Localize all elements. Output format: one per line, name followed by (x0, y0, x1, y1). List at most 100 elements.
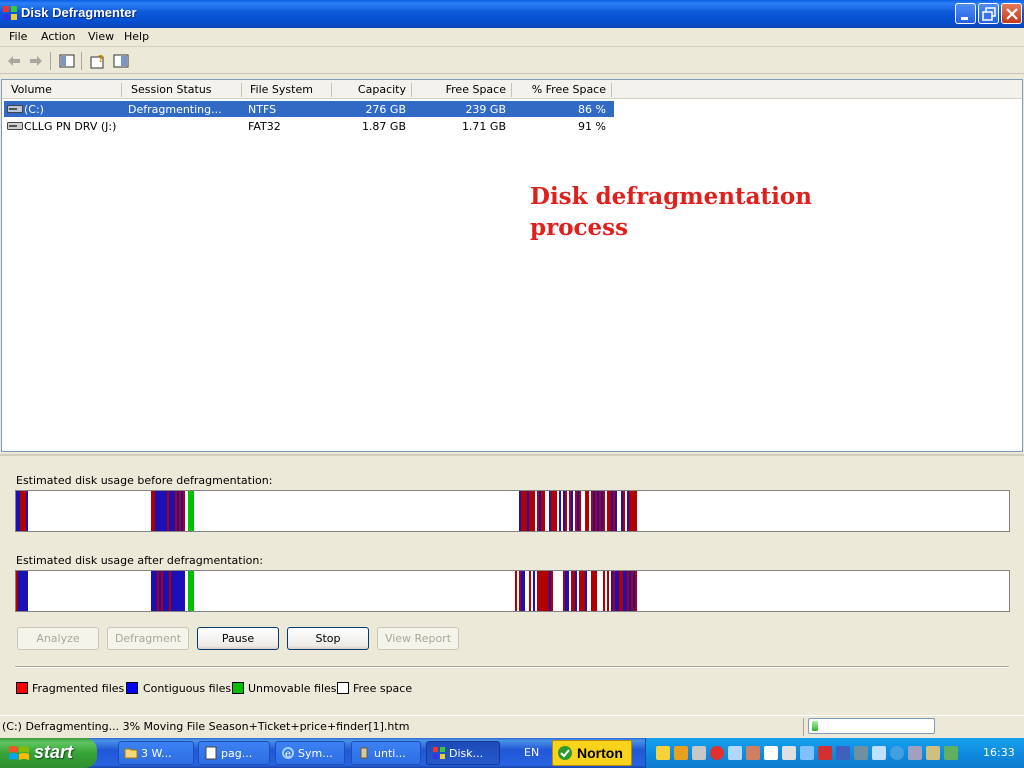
disk-cluster (533, 571, 535, 611)
task-ie[interactable]: e Sym... (275, 741, 345, 765)
show-hide-tree-icon[interactable] (58, 52, 76, 70)
tools-icon[interactable] (746, 746, 760, 760)
display-icon[interactable] (836, 746, 850, 760)
column-capacity[interactable]: Capacity (332, 83, 406, 96)
close-button[interactable] (1001, 3, 1022, 24)
folder-icon (124, 748, 138, 759)
disk-cluster (597, 491, 599, 531)
column-file-system[interactable]: File System (250, 83, 313, 96)
restore-button[interactable] (978, 3, 999, 24)
sync-icon[interactable] (926, 746, 940, 760)
disk-cluster (188, 491, 190, 531)
monitor-icon[interactable] (872, 746, 886, 760)
disk-cluster (575, 571, 577, 611)
task-disk-defragmenter[interactable]: Disk... (426, 741, 500, 765)
disk-cluster (619, 491, 621, 531)
mail-icon[interactable] (656, 746, 670, 760)
hard-drive-icon (7, 105, 23, 113)
volume-list[interactable]: Volume Session Status File System Capaci… (1, 79, 1023, 452)
help-icon[interactable]: ? (89, 52, 107, 70)
back-arrow-icon[interactable] (5, 52, 23, 70)
stop-button[interactable]: Stop (287, 627, 369, 650)
disk-cluster (623, 571, 625, 611)
disk-cluster (161, 571, 163, 611)
volume-row-c[interactable]: (C:) Defragmenting... NTFS 276 GB 239 GB… (4, 101, 614, 117)
disk-cluster (171, 571, 173, 611)
capacity: 1.87 GB (361, 120, 406, 133)
removable-drive-icon (7, 122, 23, 130)
free-space: 239 GB (465, 103, 506, 116)
disk-cluster (563, 571, 565, 611)
capacity: 276 GB (365, 103, 406, 116)
drive-icon[interactable] (782, 746, 796, 760)
disk-cluster (541, 571, 543, 611)
start-button[interactable]: start (0, 738, 97, 768)
properties-icon[interactable] (112, 52, 130, 70)
disk-cluster (631, 491, 633, 531)
grid-icon[interactable] (908, 746, 922, 760)
disk-cluster (615, 491, 617, 531)
stop-icon[interactable] (710, 746, 724, 760)
status-bar: (C:) Defragmenting... 3% Moving File Sea… (0, 715, 1024, 737)
system-tray (645, 738, 1024, 768)
volume-name: CLLG PN DRV (J:) (24, 120, 117, 133)
clock: 16:33 (983, 746, 1015, 759)
messenger-icon[interactable] (692, 746, 706, 760)
disk-cluster (595, 571, 597, 611)
menu-view[interactable]: View (88, 30, 114, 43)
disk-cluster (179, 571, 181, 611)
printer-icon[interactable] (764, 746, 778, 760)
disk-cluster (177, 491, 179, 531)
search-icon[interactable] (890, 746, 904, 760)
disk-cluster (585, 571, 587, 611)
column-session-status[interactable]: Session Status (131, 83, 212, 96)
disk-cluster (513, 571, 515, 611)
disk-cluster (559, 491, 561, 531)
security-icon[interactable] (674, 746, 688, 760)
network-icon[interactable] (728, 746, 742, 760)
legend-fragmented: Fragmented files (32, 682, 125, 695)
analyze-button[interactable]: Analyze (17, 627, 99, 650)
close-icon (1006, 8, 1018, 20)
forward-arrow-icon[interactable] (27, 52, 45, 70)
progress-bar (808, 718, 935, 734)
disk-cluster (190, 571, 192, 611)
disk-cluster (571, 571, 573, 611)
task-page[interactable]: pag... (198, 741, 270, 765)
disk-cluster (621, 491, 623, 531)
menu-file[interactable]: File (9, 30, 27, 43)
view-report-button[interactable]: View Report (377, 627, 459, 650)
minimize-button[interactable] (955, 3, 976, 24)
volume-row-j[interactable]: CLLG PN DRV (J:) FAT32 1.87 GB 1.71 GB 9… (4, 118, 614, 134)
update-icon[interactable] (800, 746, 814, 760)
disk-cluster (531, 491, 533, 531)
disk-cluster (559, 571, 561, 611)
title-bar[interactable]: Disk Defragmenter (0, 0, 1024, 28)
disk-cluster (521, 491, 523, 531)
disk-cluster (635, 571, 637, 611)
task-label: Sym... (298, 747, 333, 760)
hardware-icon[interactable] (854, 746, 868, 760)
taskbar: start 3 W... pag... e Sym... unti... Dis… (0, 738, 1024, 768)
volume-icon[interactable] (944, 746, 958, 760)
disk-cluster (567, 491, 569, 531)
disk-cluster (171, 491, 173, 531)
disk-cluster (16, 571, 18, 611)
disk-cluster (181, 491, 183, 531)
menu-action[interactable]: Action (41, 30, 75, 43)
task-paint[interactable]: unti... (351, 741, 421, 765)
language-indicator[interactable]: EN (524, 746, 539, 759)
column-pct-free-space[interactable]: % Free Space (512, 83, 606, 96)
ati-icon[interactable] (818, 746, 832, 760)
task-folder[interactable]: 3 W... (118, 741, 194, 765)
disk-cluster (525, 571, 527, 611)
defragment-button[interactable]: Defragment (107, 627, 189, 650)
pause-button[interactable]: Pause (197, 627, 279, 650)
legend-swatch-fragmented (16, 682, 28, 694)
column-free-space[interactable]: Free Space (412, 83, 506, 96)
norton-button[interactable]: Norton (552, 740, 632, 766)
menu-help[interactable]: Help (124, 30, 149, 43)
legend-swatch-unmovable (232, 682, 244, 694)
column-volume[interactable]: Volume (11, 83, 52, 96)
disk-cluster (157, 491, 159, 531)
